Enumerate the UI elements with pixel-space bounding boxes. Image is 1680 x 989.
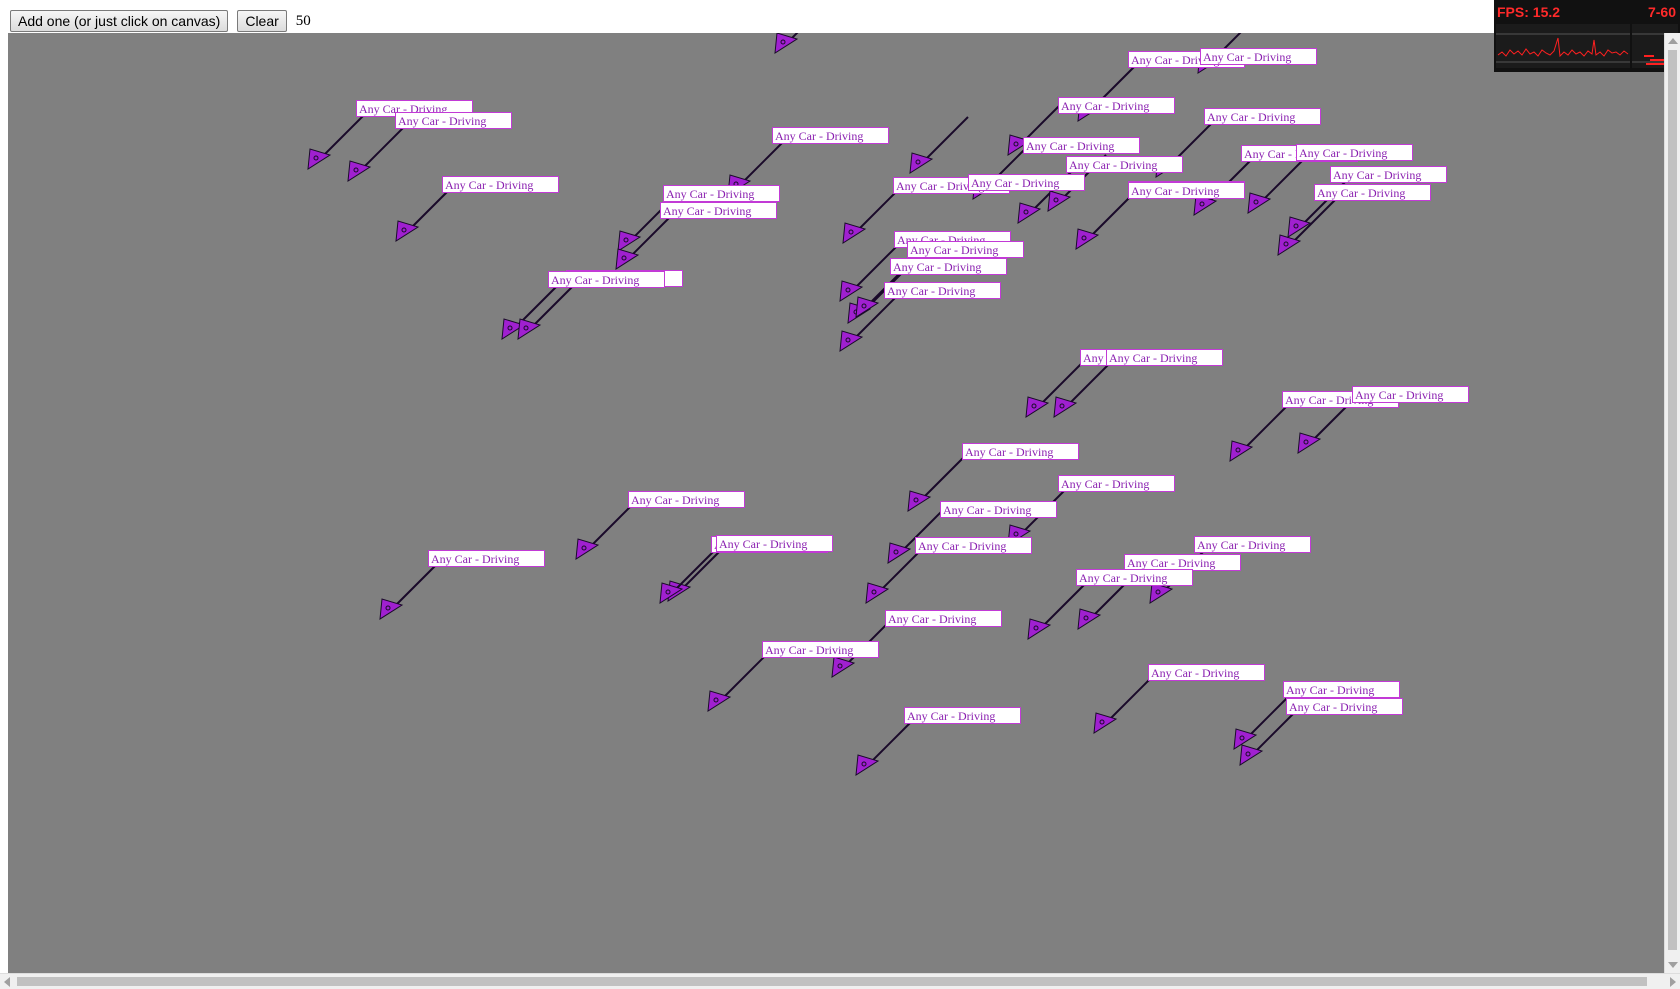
car-label: Any Car - Driving (1200, 48, 1317, 65)
car-label: Any Car - Driving (772, 127, 889, 144)
car-label: Any Car - Driving (968, 174, 1085, 191)
horizontal-scroll-thumb[interactable] (17, 977, 1647, 986)
car-label: Any Car - Driving (1023, 137, 1140, 154)
vertical-scroll-thumb[interactable] (1668, 50, 1677, 950)
car-sprite (347, 124, 407, 182)
car-label: Any Car - Driving (1330, 166, 1447, 183)
car-label: Any Car - Driving (885, 610, 1002, 627)
car-sprite (1247, 156, 1307, 214)
car-label: Any Car - Driving (716, 535, 833, 552)
car-label: Any Car - Driving (548, 271, 665, 288)
car-label: Any Car - Driving (1058, 97, 1175, 114)
fps-stats-panel: FPS: 15.2 7-60 (1494, 0, 1680, 72)
car-label: Any Car - Driving (1286, 698, 1403, 715)
scroll-up-icon[interactable] (1668, 38, 1678, 44)
car-sprite (855, 718, 915, 776)
car-label: Any Car - Driving (907, 241, 1024, 258)
add-car-button[interactable]: Add one (or just click on canvas) (10, 10, 229, 32)
car-sprite (575, 502, 635, 560)
car-label: Any Car - Driving (628, 491, 745, 508)
car-sprite (659, 546, 719, 604)
car-label: Any Car - Driving (442, 176, 559, 193)
car-label: Any Car - Driving (428, 550, 545, 567)
car-label: Any Car - Driving (904, 707, 1021, 724)
car-label: Any Car - Driving (884, 282, 1001, 299)
car-sprite (1233, 692, 1293, 750)
scroll-left-icon[interactable] (4, 977, 10, 987)
toolbar: Add one (or just click on canvas) Clear … (10, 10, 311, 32)
car-sprite (517, 282, 577, 340)
car-sprite (1229, 404, 1289, 462)
car-label: Any Car - Driving (1204, 108, 1321, 125)
car-label: Any Car - Driving (1076, 569, 1193, 586)
car-label: Any Car - Driving (1296, 144, 1413, 161)
car-sprite (1053, 360, 1113, 418)
car-label: Any Car - Driving (1194, 536, 1311, 553)
car-sprite (909, 116, 969, 174)
car-label: Any Car - Driving (1283, 681, 1400, 698)
car-sprite (379, 562, 439, 620)
car-sprite (707, 654, 767, 712)
fps-graph (1496, 24, 1678, 68)
car-sprite (1075, 192, 1135, 250)
car-label: Any Car - Driving (1066, 156, 1183, 173)
car-label: Any Car - Driving (1352, 386, 1469, 403)
car-label: Any Car - Driving (663, 185, 780, 202)
car-label: Any Car - Driving (762, 641, 879, 658)
car-sprite (842, 186, 902, 244)
car-label: Any Car - Driving (915, 537, 1032, 554)
car-label: Any Car - Driving (1058, 475, 1175, 492)
car-label: Any Car - Driving (1128, 182, 1245, 199)
car-label: Any Car - Driving (962, 443, 1079, 460)
car-sprite (395, 184, 455, 242)
car-sprite (1093, 676, 1153, 734)
scroll-down-icon[interactable] (1668, 962, 1678, 968)
car-sprite (774, 33, 799, 54)
car-label: Any Car - Driving (1106, 349, 1223, 366)
clear-button[interactable]: Clear (237, 10, 287, 32)
car-sprite (307, 112, 367, 170)
car-label: Any Car - Driving (660, 202, 777, 219)
car-label: Any Car - Driving (1148, 664, 1265, 681)
car-label: Any Car - Driving (890, 258, 1007, 275)
car-label: Any Car - Driving (395, 112, 512, 129)
car-sprite (1027, 582, 1087, 640)
car-sprite (1277, 198, 1337, 256)
car-label: Any Car - Driving (940, 501, 1057, 518)
simulation-canvas[interactable]: Any Car - Driving Any Car - Driving Any Ca… (8, 33, 1664, 973)
vertical-scrollbar[interactable] (1664, 33, 1680, 973)
car-count: 50 (295, 12, 311, 29)
car-label: Any Car - Driving (1314, 184, 1431, 201)
horizontal-scrollbar[interactable] (0, 973, 1680, 989)
scroll-right-icon[interactable] (1670, 977, 1676, 987)
